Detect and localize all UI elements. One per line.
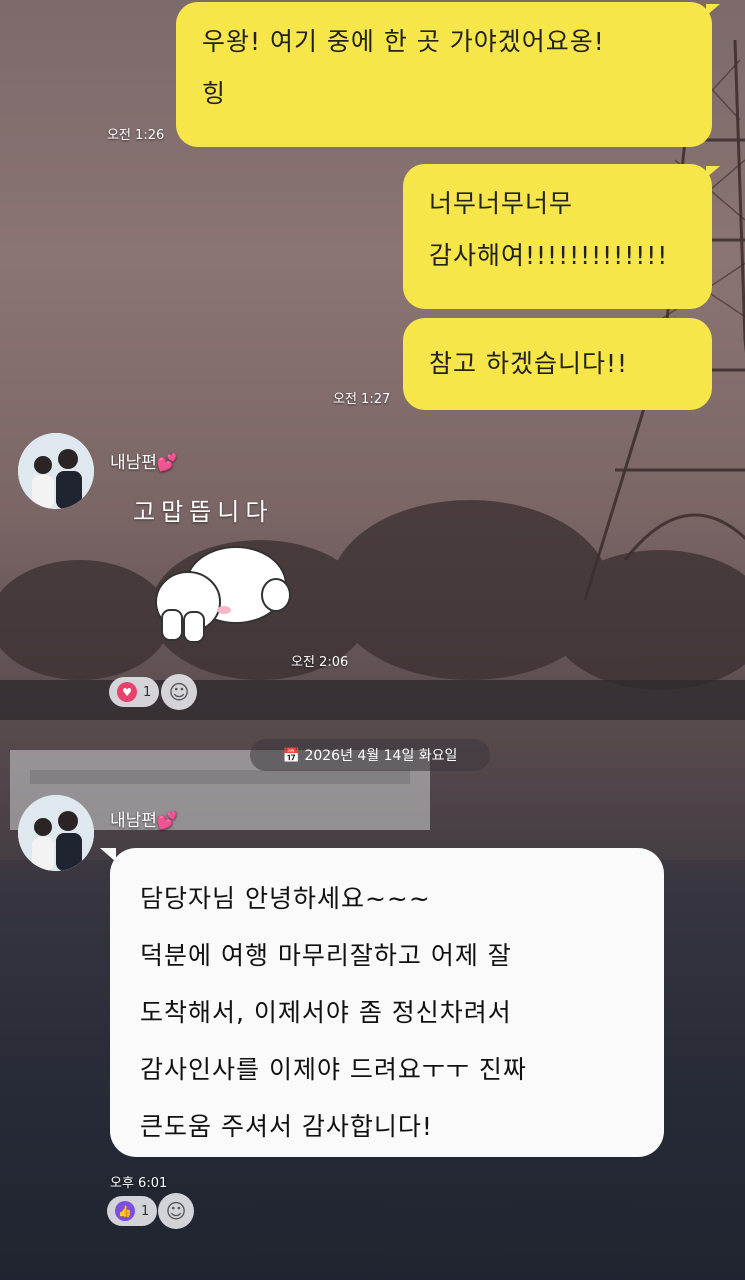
message-timestamp: 오후 6:01: [110, 1176, 168, 1191]
bear-sticker[interactable]: [148, 540, 298, 650]
message-line: 참고 하겠습니다!!: [429, 349, 628, 378]
sender-name: 내남편💕: [110, 453, 179, 473]
message-line: 우왕! 여기 중에 한 곳 가야겠어요옹!: [202, 27, 605, 56]
avatar[interactable]: [18, 795, 94, 871]
profile-photo-icon: [18, 433, 94, 509]
message-line: 너무너무너무: [429, 189, 574, 218]
message-timestamp: 오전 2:06: [291, 655, 349, 670]
bubble-tail: [706, 166, 720, 178]
my-message-bubble[interactable]: 참고 하겠습니다!!: [403, 318, 712, 410]
bubble-tail: [706, 4, 720, 16]
sender-name: 내남편💕: [110, 811, 179, 831]
my-message-bubble[interactable]: 우왕! 여기 중에 한 곳 가야겠어요옹! 힝: [176, 2, 712, 147]
reaction-count: 1: [141, 1203, 150, 1219]
thumbs-up-reaction-badge[interactable]: 👍 1: [107, 1196, 158, 1226]
message-line: 감사인사를 이제야 드려요ㅜㅜ 진짜: [140, 1055, 527, 1084]
add-reaction-icon[interactable]: ☺: [158, 1193, 194, 1229]
message-line: 도착해서, 이제서야 좀 정신차려서: [140, 998, 512, 1027]
profile-photo-icon: [18, 795, 94, 871]
my-message-bubble[interactable]: 너무너무너무 감사해여!!!!!!!!!!!!!: [403, 164, 712, 309]
message-timestamp: 오전 1:26: [107, 128, 165, 143]
message-line: 큰도움 주셔서 감사합니다!: [140, 1112, 433, 1141]
sticker-caption: 고맙뜹니다: [133, 498, 274, 526]
reaction-count: 1: [143, 684, 152, 700]
their-message-bubble[interactable]: 담당자님 안녕하세요~~~ 덕분에 여행 마무리잘하고 어제 잘 도착해서, 이…: [110, 848, 664, 1157]
heart-reaction-badge[interactable]: ♥ 1: [109, 677, 160, 707]
message-line: 힝: [202, 79, 227, 108]
message-line: 감사해여!!!!!!!!!!!!!: [429, 241, 669, 270]
heart-icon: ♥: [117, 682, 137, 702]
message-line: 덕분에 여행 마무리잘하고 어제 잘: [140, 941, 512, 970]
thumbs-up-icon: 👍: [115, 1201, 135, 1221]
avatar[interactable]: [18, 433, 94, 509]
date-divider: 📅 2026년 4월 14일 화요일: [250, 739, 490, 771]
message-line: 담당자님 안녕하세요~~~: [140, 884, 431, 913]
add-reaction-icon[interactable]: ☺: [161, 674, 197, 710]
message-timestamp: 오전 1:27: [333, 392, 391, 407]
